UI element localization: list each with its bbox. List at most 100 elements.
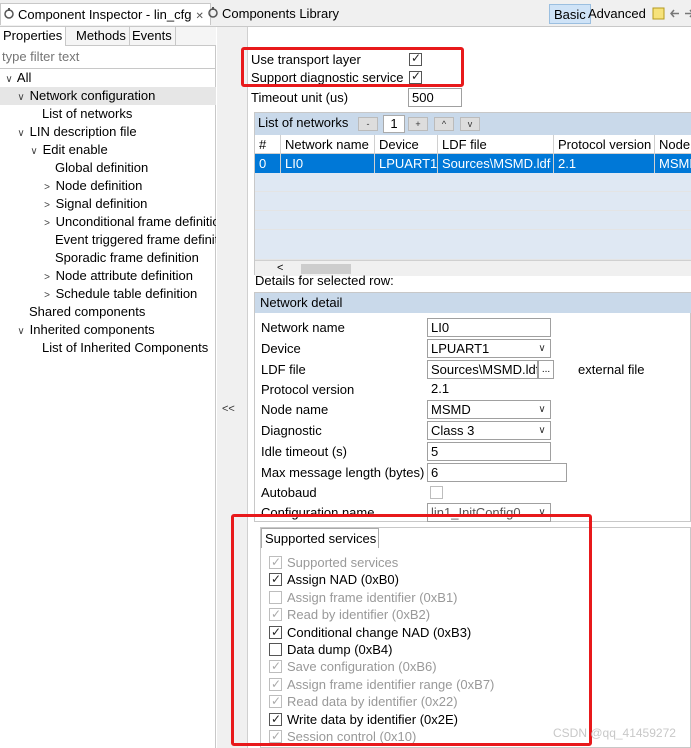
- move-down-button[interactable]: v: [460, 117, 480, 131]
- property-subtabs: Properties Methods Events: [0, 27, 216, 46]
- chevron-right-icon[interactable]: >: [42, 179, 52, 195]
- move-up-button[interactable]: ^: [434, 117, 454, 131]
- service-label: Write data by identifier (0x2E): [287, 711, 458, 727]
- service-checkbox: [269, 728, 282, 745]
- tree-item-lin-description-file[interactable]: ∨ LIN description file: [0, 123, 216, 141]
- tree-item-edit-enable[interactable]: ∨ Edit enable: [0, 141, 216, 159]
- tree-item-event-triggered-frame-definition[interactable]: Event triggered frame definition: [0, 231, 216, 249]
- chevron-down-icon[interactable]: ∨: [29, 143, 39, 159]
- browse-button[interactable]: ...: [538, 360, 554, 379]
- tree-item-inherited-components[interactable]: ∨ Inherited components: [0, 321, 216, 339]
- tab-component-inspector[interactable]: Component Inspector - lin_cfg ✕: [0, 3, 211, 25]
- networks-group: List of networks - 1 + ^ v # Network nam…: [254, 112, 691, 276]
- row-count-field[interactable]: 1: [383, 115, 405, 133]
- tree-item-global-definition[interactable]: Global definition: [0, 159, 216, 177]
- use-transport-layer-label: Use transport layer: [251, 52, 361, 67]
- tree-item-all[interactable]: ∨ All: [0, 69, 216, 87]
- chevron-right-icon[interactable]: >: [42, 269, 52, 285]
- column-header[interactable]: Network name: [281, 135, 375, 154]
- service-item: Supported services: [269, 554, 398, 571]
- service-item[interactable]: Conditional change NAD (0xB3): [269, 624, 471, 641]
- column-header[interactable]: Device: [375, 135, 438, 154]
- tab-components-library[interactable]: Components Library: [207, 3, 339, 25]
- diagnostic-select[interactable]: Class 3 ∨: [427, 421, 551, 440]
- remove-row-button[interactable]: -: [358, 117, 378, 131]
- panel-splitter[interactable]: [217, 27, 248, 748]
- chevron-down-icon[interactable]: ∨: [534, 422, 550, 439]
- chevron-right-icon[interactable]: >: [42, 215, 52, 231]
- node-name-select[interactable]: MSMD ∨: [427, 400, 551, 419]
- tree-item-node-definition[interactable]: > Node definition: [0, 177, 216, 195]
- idle-timeout-input[interactable]: 5: [427, 442, 551, 461]
- library-icon: [207, 4, 219, 18]
- service-label: Read by identifier (0xB2): [287, 607, 431, 623]
- tree-item-shared-components[interactable]: Shared components: [0, 303, 216, 321]
- watermark: CSDN @qq_41459272: [553, 726, 676, 740]
- back-arrow-icon[interactable]: [668, 7, 681, 20]
- network-name-input[interactable]: LI0: [427, 318, 551, 337]
- service-checkbox[interactable]: [269, 571, 282, 588]
- configuration-name-label: Configuration name: [261, 505, 375, 520]
- tree-item-node-attribute-definition[interactable]: > Node attribute definition: [0, 267, 216, 285]
- service-checkbox[interactable]: [269, 711, 282, 728]
- service-item[interactable]: Data dump (0xB4): [269, 641, 393, 658]
- use-transport-layer-checkbox[interactable]: [409, 51, 422, 66]
- chevron-down-icon[interactable]: ∨: [534, 340, 550, 357]
- tree-item-signal-definition[interactable]: > Signal definition: [0, 195, 216, 213]
- add-row-button[interactable]: +: [408, 117, 428, 131]
- column-header[interactable]: Node: [655, 135, 691, 154]
- device-value: LPUART1: [431, 341, 490, 356]
- table-cell[interactable]: MSMD: [655, 154, 691, 173]
- tree-item-network-configuration[interactable]: ∨ Network configuration: [0, 87, 216, 105]
- tree-item-sporadic-frame-definition[interactable]: Sporadic frame definition: [0, 249, 216, 267]
- tree-item-unconditional-frame-definition[interactable]: > Unconditional frame definition: [0, 213, 216, 231]
- note-icon[interactable]: [652, 7, 665, 20]
- table-cell[interactable]: Sources\MSMD.ldf: [438, 154, 554, 173]
- chevron-down-icon[interactable]: ∨: [4, 71, 14, 87]
- tree-item-schedule-table-definition[interactable]: > Schedule table definition: [0, 285, 216, 303]
- tab-properties[interactable]: Properties: [0, 27, 67, 46]
- filter-input[interactable]: [2, 47, 214, 65]
- service-checkbox[interactable]: [269, 643, 282, 656]
- configuration-name-select[interactable]: lin1_InitConfig0 ∨: [427, 503, 551, 522]
- tree-item-label: Shared components: [29, 304, 146, 319]
- external-file-label: external file: [578, 362, 645, 377]
- service-item[interactable]: Assign NAD (0xB0): [269, 571, 399, 588]
- max-message-length-input[interactable]: 6: [427, 463, 567, 482]
- service-checkbox[interactable]: [269, 624, 282, 641]
- autobaud-checkbox[interactable]: [430, 486, 443, 499]
- service-item[interactable]: Write data by identifier (0x2E): [269, 711, 458, 728]
- tree-item-label: Node definition: [55, 178, 143, 193]
- column-header[interactable]: Protocol version: [554, 135, 655, 154]
- diagnostic-value: Class 3: [431, 423, 475, 438]
- close-icon[interactable]: ✕: [195, 11, 203, 22]
- collapse-panel-button[interactable]: <<: [222, 403, 235, 415]
- chevron-down-icon[interactable]: ∨: [16, 89, 26, 105]
- tree-item-label: Event triggered frame definition: [55, 232, 216, 247]
- chevron-down-icon[interactable]: ∨: [534, 401, 550, 418]
- table-cell[interactable]: 0: [255, 154, 281, 173]
- device-select[interactable]: LPUART1 ∨: [427, 339, 551, 358]
- service-item: Session control (0x10): [269, 728, 416, 745]
- tab-methods[interactable]: Methods: [73, 27, 130, 46]
- table-row-empty: [255, 230, 691, 260]
- table-cell[interactable]: 2.1: [554, 154, 655, 173]
- forward-arrow-icon[interactable]: [683, 7, 691, 20]
- table-cell[interactable]: LPUART1: [375, 154, 438, 173]
- column-header[interactable]: #: [255, 135, 281, 154]
- tree-item-list-of-inherited-components[interactable]: List of Inherited Components: [0, 339, 216, 357]
- advanced-mode-button[interactable]: Advanced: [584, 4, 650, 24]
- tree-item-label: Edit enable: [42, 142, 108, 157]
- chevron-down-icon[interactable]: ∨: [16, 323, 26, 339]
- chevron-down-icon[interactable]: ∨: [534, 504, 550, 521]
- tab-events[interactable]: Events: [129, 27, 176, 46]
- column-header[interactable]: LDF file: [438, 135, 554, 154]
- timeout-unit-input[interactable]: 500: [408, 88, 462, 107]
- chevron-right-icon[interactable]: >: [42, 197, 52, 213]
- ldf-file-input[interactable]: Sources\MSMD.ldf: [427, 360, 538, 379]
- support-diagnostic-service-checkbox[interactable]: [409, 69, 422, 84]
- chevron-right-icon[interactable]: >: [42, 287, 52, 303]
- chevron-down-icon[interactable]: ∨: [16, 125, 26, 141]
- tree-item-list-of-networks[interactable]: List of networks: [0, 105, 216, 123]
- table-cell[interactable]: LI0: [281, 154, 375, 173]
